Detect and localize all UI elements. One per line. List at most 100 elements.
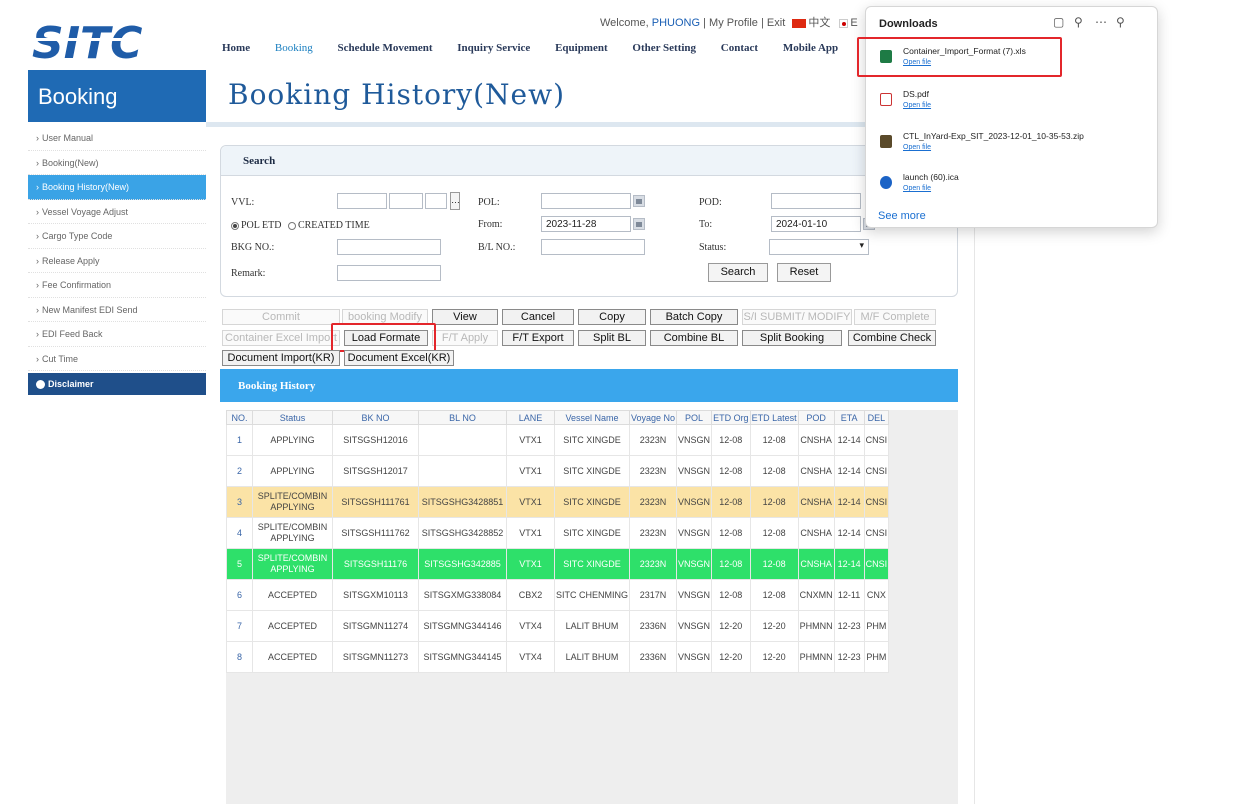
bkg-no-input[interactable] bbox=[337, 239, 441, 255]
radio-pol-etd[interactable] bbox=[231, 221, 239, 230]
nav-home[interactable]: Home bbox=[222, 42, 250, 54]
more-options-icon[interactable]: ⋯ bbox=[1095, 15, 1107, 29]
sidebar-item-user-manual[interactable]: › User Manual bbox=[28, 126, 206, 151]
nav-other-setting[interactable]: Other Setting bbox=[632, 42, 696, 54]
split-bl-button[interactable]: Split BL bbox=[578, 330, 646, 346]
search-button[interactable]: Search bbox=[708, 263, 768, 282]
pol-lookup-icon[interactable] bbox=[633, 195, 645, 207]
split-booking-button[interactable]: Split Booking bbox=[742, 330, 842, 346]
col-header-pol[interactable]: POL bbox=[676, 410, 713, 425]
cell-del: PHM bbox=[863, 610, 890, 642]
col-header-etd-org[interactable]: ETD Org bbox=[711, 410, 751, 425]
pod-input[interactable] bbox=[771, 193, 861, 209]
nav-schedule-movement[interactable]: Schedule Movement bbox=[338, 42, 433, 54]
sidebar-item-new-manifest-edi-send[interactable]: › New Manifest EDI Send bbox=[28, 298, 206, 322]
batch-copy-button[interactable]: Batch Copy bbox=[650, 309, 738, 325]
status-select[interactable]: ▾ bbox=[769, 239, 869, 255]
booking-modify-button[interactable]: booking Modify bbox=[342, 309, 428, 325]
col-header-no[interactable]: NO. bbox=[226, 410, 253, 425]
vvl-voyage-input[interactable] bbox=[389, 193, 423, 209]
col-header-bl-no[interactable]: BL NO bbox=[418, 410, 507, 425]
search-icon[interactable]: ⚲ bbox=[1074, 15, 1083, 29]
cell-status: APPLYING bbox=[252, 424, 333, 456]
folder-icon[interactable]: ▢ bbox=[1053, 15, 1064, 29]
cell-vessel-name: LALIT BHUM bbox=[554, 610, 630, 642]
table-row[interactable]: 1 APPLYING SITSGSH12016 VTX1 SITC XINGDE 2323… bbox=[226, 424, 890, 456]
from-date-input[interactable] bbox=[541, 216, 631, 232]
nav-inquiry-service[interactable]: Inquiry Service bbox=[457, 42, 530, 54]
ft-export-button[interactable]: F/T Export bbox=[502, 330, 574, 346]
to-date-input[interactable] bbox=[771, 216, 861, 232]
see-more-link[interactable]: See more bbox=[878, 210, 926, 222]
col-header-lane[interactable]: LANE bbox=[506, 410, 555, 425]
download-item[interactable]: DS.pdf Open file bbox=[874, 86, 1144, 118]
document-import-kr-button[interactable]: Document Import(KR) bbox=[222, 350, 340, 366]
table-row[interactable]: 8 ACCEPTED SITSGMN11273 SITSGMNG344145 VTX4 L… bbox=[226, 641, 890, 673]
nav-mobile-app[interactable]: Mobile App bbox=[783, 42, 838, 54]
china-flag-icon[interactable] bbox=[792, 18, 807, 28]
vvl-vessel-input[interactable] bbox=[337, 193, 387, 209]
lang-jp-link[interactable]: E bbox=[850, 17, 857, 29]
my-profile-link[interactable]: My Profile bbox=[709, 17, 758, 29]
col-header-status[interactable]: Status bbox=[252, 410, 333, 425]
mf-complete-button[interactable]: M/F Complete bbox=[854, 309, 936, 325]
commit-button[interactable]: Commit bbox=[222, 309, 340, 325]
download-item[interactable]: CTL_InYard-Exp_SIT_2023-12-01_10-35-53.z… bbox=[874, 128, 1144, 160]
sidebar-item-edi-feed-back[interactable]: › EDI Feed Back bbox=[28, 322, 206, 347]
cancel-button[interactable]: Cancel bbox=[502, 309, 574, 325]
nav-booking[interactable]: Booking bbox=[275, 42, 313, 54]
download-item[interactable]: launch (60).ica Open file bbox=[874, 169, 1144, 201]
reset-button[interactable]: Reset bbox=[777, 263, 831, 282]
sidebar-item-release-apply[interactable]: › Release Apply bbox=[28, 249, 206, 273]
main-nav: Home Booking Schedule Movement Inquiry S… bbox=[222, 42, 860, 62]
col-header-del[interactable]: DEL bbox=[863, 410, 890, 425]
container-excel-import-button[interactable]: Container Excel Import bbox=[222, 330, 340, 346]
combine-bl-button[interactable]: Combine BL bbox=[650, 330, 738, 346]
table-row[interactable]: 4 SPLITE/COMBIN APPLYING SITSGSH111762 SITSG… bbox=[226, 517, 890, 549]
open-file-link[interactable]: Open file bbox=[903, 102, 931, 109]
table-row[interactable]: 7 ACCEPTED SITSGMN11274 SITSGMNG344146 VTX4 L… bbox=[226, 610, 890, 642]
sidebar-item-cargo-type-code[interactable]: › Cargo Type Code bbox=[28, 224, 206, 249]
vvl-direction-input[interactable] bbox=[425, 193, 447, 209]
table-row[interactable]: 3 SPLITE/COMBIN APPLYING SITSGSH111761 SITSG… bbox=[226, 486, 890, 518]
radio-created-time[interactable] bbox=[287, 221, 296, 230]
table-row[interactable]: 5 SPLITE/COMBIN APPLYING SITSGSH11176 SITSGS… bbox=[226, 548, 890, 580]
copy-button[interactable]: Copy bbox=[578, 309, 646, 325]
col-header-voyage-no[interactable]: Voyage No bbox=[628, 410, 678, 425]
download-item[interactable]: Container_Import_Format (7).xls Open fil… bbox=[874, 43, 1144, 75]
open-file-link[interactable]: Open file bbox=[903, 185, 931, 192]
col-header-pod[interactable]: POD bbox=[797, 410, 835, 425]
sidebar-disclaimer[interactable]: Disclaimer bbox=[28, 373, 206, 395]
sidebar-item-cut-time[interactable]: › Cut Time bbox=[28, 347, 206, 371]
sidebar-item-booking-new[interactable]: › Booking(New) bbox=[28, 151, 206, 175]
pol-input[interactable] bbox=[541, 193, 631, 209]
lang-cn-link[interactable]: 中文 bbox=[808, 17, 830, 29]
remark-input[interactable] bbox=[337, 265, 441, 281]
ft-apply-button[interactable]: F/T Apply bbox=[432, 330, 498, 346]
cell-etd-org: 12-08 bbox=[711, 517, 751, 549]
document-excel-kr-button[interactable]: Document Excel(KR) bbox=[344, 350, 454, 366]
si-submit-modify-button[interactable]: S/I SUBMIT/ MODIFY bbox=[742, 309, 852, 325]
nav-equipment[interactable]: Equipment bbox=[555, 42, 608, 54]
view-button[interactable]: View bbox=[432, 309, 498, 325]
bl-no-input[interactable] bbox=[541, 239, 645, 255]
col-header-vessel-name[interactable]: Vessel Name bbox=[554, 410, 630, 425]
col-header-bk-no[interactable]: BK NO bbox=[332, 410, 419, 425]
pin-icon[interactable]: ⚲ bbox=[1116, 15, 1125, 29]
load-formate-button[interactable]: Load Formate bbox=[344, 330, 428, 346]
sidebar-item-booking-history-new[interactable]: › Booking History(New) bbox=[28, 175, 206, 200]
col-header-eta[interactable]: ETA bbox=[833, 410, 865, 425]
open-file-link[interactable]: Open file bbox=[903, 59, 931, 66]
sidebar-item-fee-confirmation[interactable]: › Fee Confirmation bbox=[28, 273, 206, 298]
col-header-etd-latest[interactable]: ETD Latest bbox=[749, 410, 799, 425]
from-calendar-icon[interactable] bbox=[633, 218, 645, 230]
open-file-link[interactable]: Open file bbox=[903, 144, 931, 151]
table-row[interactable]: 6 ACCEPTED SITSGXM10113 SITSGXMG338084 CBX2 S… bbox=[226, 579, 890, 611]
combine-check-button[interactable]: Combine Check bbox=[848, 330, 936, 346]
sidebar-item-vessel-voyage-adjust[interactable]: › Vessel Voyage Adjust bbox=[28, 200, 206, 224]
vvl-lookup-button[interactable]: … bbox=[450, 192, 460, 210]
japan-flag-icon[interactable] bbox=[839, 18, 849, 28]
nav-contact[interactable]: Contact bbox=[721, 42, 758, 54]
table-row[interactable]: 2 APPLYING SITSGSH12017 VTX1 SITC XINGDE 2323… bbox=[226, 455, 890, 487]
exit-link[interactable]: Exit bbox=[767, 17, 785, 29]
